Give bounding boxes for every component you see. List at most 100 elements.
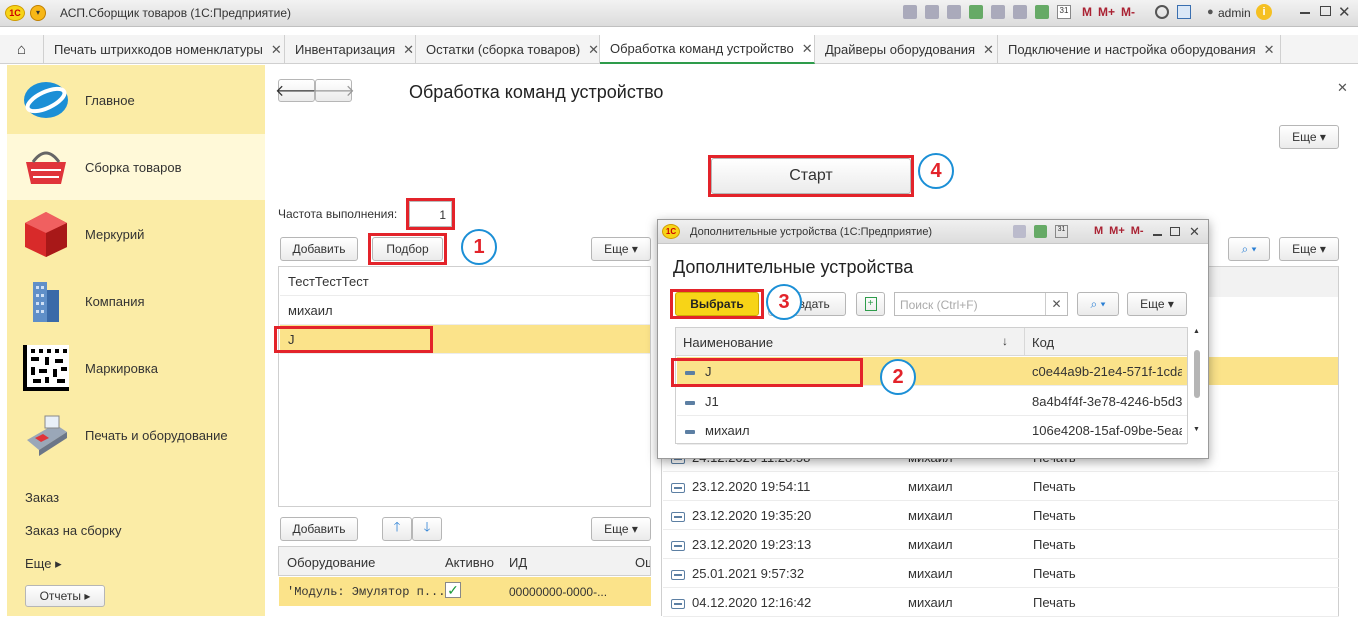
- popup-minimize-icon[interactable]: [1153, 234, 1162, 236]
- more-button-left[interactable]: Еще ▾: [591, 237, 651, 261]
- upload-icon[interactable]: [969, 5, 983, 19]
- sidebar-item-mercury[interactable]: Меркурий: [7, 201, 265, 267]
- mail-icon[interactable]: [991, 5, 1005, 19]
- m-minus-button[interactable]: M-: [1121, 5, 1135, 19]
- popup-scrollbar[interactable]: ▲ ▼: [1192, 328, 1202, 443]
- table-row[interactable]: 25.01.2021 9:57:32 михаил Печать: [663, 559, 1339, 588]
- calculator-icon[interactable]: [1034, 225, 1047, 238]
- active-checkbox[interactable]: ✓: [445, 582, 461, 598]
- tab-equipment-setup[interactable]: Подключение и настройка оборудования ✕: [998, 35, 1281, 64]
- more-button-right[interactable]: Еще ▾: [1279, 237, 1339, 261]
- tab-barcode-print[interactable]: Печать штрихкодов номенклатуры ✕: [44, 35, 285, 64]
- table-row[interactable]: 04.12.2020 12:16:42 михаил Печать: [663, 588, 1339, 617]
- close-icon[interactable]: ✕: [271, 42, 282, 58]
- sidebar-item-assembly[interactable]: Сборка товаров: [7, 134, 265, 200]
- tab-inventory[interactable]: Инвентаризация ✕: [285, 35, 416, 64]
- event-icon: [671, 511, 685, 522]
- sidebar-item-printing[interactable]: Печать и оборудование: [7, 402, 265, 468]
- close-icon[interactable]: ✕: [983, 42, 994, 58]
- list-item[interactable]: ТестТестТест: [280, 267, 650, 296]
- calendar-icon[interactable]: 31: [1057, 5, 1071, 19]
- col-header-equipment[interactable]: Оборудование: [287, 555, 375, 570]
- user-name[interactable]: admin: [1218, 6, 1251, 20]
- main-menu-icon[interactable]: ▾: [30, 5, 46, 21]
- more-button-equipment[interactable]: Еще ▾: [591, 517, 651, 541]
- close-icon[interactable]: ✕: [588, 42, 599, 58]
- minimize-icon[interactable]: [1300, 12, 1310, 14]
- popup-maximize-icon[interactable]: [1170, 227, 1180, 236]
- sidebar-item-main[interactable]: Главное: [7, 67, 265, 133]
- m-button[interactable]: M: [1082, 5, 1092, 19]
- col-header-name[interactable]: Наименование: [683, 335, 773, 350]
- m-plus-button[interactable]: M+: [1098, 5, 1115, 19]
- panels-icon[interactable]: [1177, 5, 1191, 19]
- scroll-thumb[interactable]: [1194, 350, 1200, 398]
- info-icon[interactable]: i: [1256, 4, 1272, 20]
- popup-close-icon[interactable]: ✕: [1189, 224, 1200, 240]
- scroll-up-icon[interactable]: ▲: [1193, 328, 1200, 335]
- save-icon[interactable]: [903, 5, 917, 19]
- close-icon[interactable]: ✕: [1264, 42, 1275, 58]
- search-input[interactable]: Поиск (Ctrl+F) ✕: [894, 292, 1068, 316]
- sidebar-link-assembly-order[interactable]: Заказ на сборку: [25, 523, 121, 538]
- event-icon: [671, 482, 685, 493]
- search-placeholder: Поиск (Ctrl+F): [900, 298, 978, 312]
- back-button[interactable]: 🡐: [275, 79, 318, 102]
- pos-terminal-icon: [27, 415, 67, 456]
- table-row[interactable]: 23.12.2020 19:23:13 михаил Печать: [663, 530, 1339, 559]
- preview-icon[interactable]: [947, 5, 961, 19]
- add-button[interactable]: Добавить: [280, 237, 358, 261]
- m-button[interactable]: M: [1094, 225, 1103, 237]
- forward-button[interactable]: 🡒: [312, 79, 355, 102]
- close-icon[interactable]: ✕: [802, 41, 813, 57]
- calendar-icon[interactable]: 31: [1055, 225, 1068, 238]
- col-header-code[interactable]: Код: [1032, 335, 1054, 350]
- tab-stock[interactable]: Остатки (сборка товаров) ✕: [416, 35, 600, 64]
- event-icon: [671, 569, 685, 580]
- close-icon[interactable]: ✕: [403, 42, 414, 58]
- page-title: Обработка команд устройство: [409, 82, 664, 102]
- item-icon: [685, 429, 695, 434]
- edit-icon[interactable]: [1013, 5, 1027, 19]
- more-button-top[interactable]: Еще ▾: [1279, 125, 1339, 149]
- more-button-popup[interactable]: Еще ▾: [1127, 292, 1187, 316]
- reports-button[interactable]: Отчеты ▸: [25, 585, 105, 607]
- event-icon: [671, 598, 685, 609]
- arrow-right-icon: 🡒: [312, 83, 355, 100]
- close-form-icon[interactable]: ✕: [1337, 80, 1348, 96]
- col-header-id[interactable]: ИД: [509, 555, 527, 570]
- scroll-down-icon[interactable]: ▼: [1193, 426, 1200, 433]
- close-window-icon[interactable]: ✕: [1338, 3, 1351, 21]
- col-header-error[interactable]: Ош: [635, 555, 650, 570]
- tab-drivers[interactable]: Драйверы оборудования ✕: [815, 35, 998, 64]
- search-button[interactable]: ⌕ ▾: [1077, 292, 1119, 316]
- sidebar-item-company[interactable]: Компания: [7, 268, 265, 334]
- search-button-right[interactable]: ⌕ ▾: [1228, 237, 1270, 261]
- table-row[interactable]: J1 8a4b4f4f-3e78-4246-b5d3-2: [677, 387, 1187, 416]
- user-icon: ●: [1207, 6, 1214, 18]
- col-header-active[interactable]: Активно: [445, 555, 494, 570]
- clear-icon[interactable]: ✕: [1045, 293, 1067, 315]
- zoom-icon[interactable]: [1155, 5, 1169, 19]
- move-down-button[interactable]: 🡓: [412, 517, 442, 541]
- sort-down-icon[interactable]: ↓: [1002, 334, 1008, 348]
- home-tab[interactable]: ⌂: [0, 35, 44, 64]
- print-icon[interactable]: [925, 5, 939, 19]
- sidebar-link-more[interactable]: Еще ▸: [25, 556, 62, 572]
- m-plus-button[interactable]: M+: [1109, 225, 1125, 237]
- move-up-button[interactable]: 🡑: [382, 517, 412, 541]
- table-row[interactable]: михаил 106e4208-15af-09be-5eaa-: [677, 416, 1187, 445]
- tab-device-commands[interactable]: Обработка команд устройство ✕: [600, 35, 815, 64]
- popup-memory-buttons: M M+ M-: [1094, 225, 1144, 237]
- sidebar-link-order[interactable]: Заказ: [25, 490, 59, 505]
- table-row[interactable]: 23.12.2020 19:54:11 михаил Печать: [663, 472, 1339, 501]
- maximize-icon[interactable]: [1320, 6, 1331, 16]
- print-icon[interactable]: [1013, 225, 1026, 238]
- sidebar-item-marking[interactable]: Маркировка: [7, 335, 265, 401]
- add-button-equipment[interactable]: Добавить: [280, 517, 358, 541]
- copy-button[interactable]: +: [856, 292, 885, 316]
- list-item[interactable]: михаил: [280, 296, 650, 325]
- calculator-icon[interactable]: [1035, 5, 1049, 19]
- m-minus-button[interactable]: M-: [1131, 225, 1144, 237]
- table-row[interactable]: 23.12.2020 19:35:20 михаил Печать: [663, 501, 1339, 530]
